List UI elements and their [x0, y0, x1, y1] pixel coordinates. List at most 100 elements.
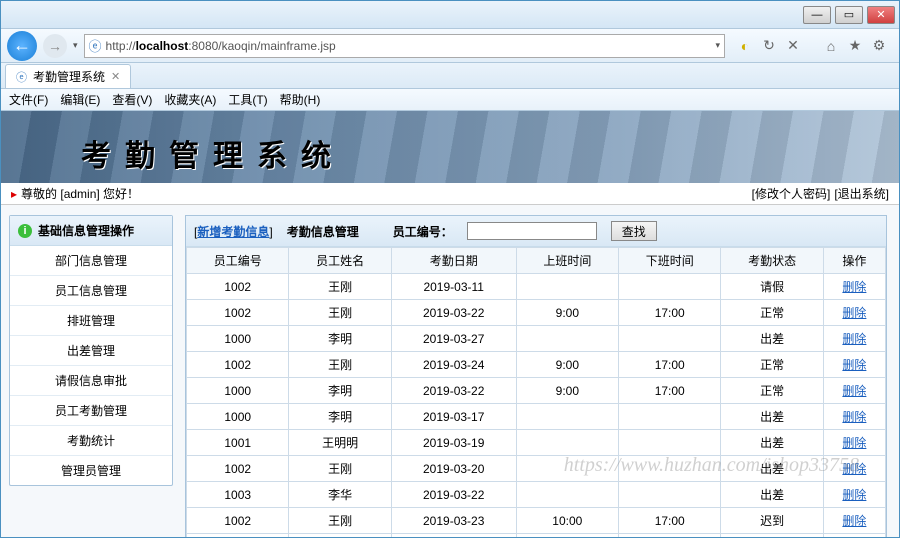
table-cell-action: 删除 — [823, 404, 885, 430]
sidebar: i 基础信息管理操作 部门信息管理员工信息管理排班管理出差管理请假信息审批员工考… — [1, 205, 181, 537]
ie-icon: ⓔ — [89, 36, 102, 55]
sidebar-item[interactable]: 排班管理 — [10, 306, 172, 336]
sidebar-item[interactable]: 员工信息管理 — [10, 276, 172, 306]
table-header: 上班时间 — [516, 248, 618, 274]
table-cell: 李华 — [289, 482, 391, 508]
stop-icon[interactable]: ✕ — [785, 38, 801, 54]
menu-item[interactable]: 帮助(H) — [280, 91, 321, 108]
table-cell: 2019-03-15 — [391, 534, 516, 538]
window-minimize-button[interactable]: — — [803, 6, 831, 24]
table-cell — [516, 274, 618, 300]
window-maximize-button[interactable]: ▭ — [835, 6, 863, 24]
table-row: 1000李明2019-03-159:0015:00正常删除 — [187, 534, 886, 538]
table-cell-action: 删除 — [823, 352, 885, 378]
delete-link[interactable]: 删除 — [842, 410, 866, 424]
employee-id-input[interactable] — [467, 222, 597, 240]
tools-icon[interactable]: ⚙ — [871, 38, 887, 54]
delete-link[interactable]: 删除 — [842, 436, 866, 450]
delete-link[interactable]: 删除 — [842, 384, 866, 398]
change-password-link[interactable]: [修改个人密码] — [752, 185, 831, 202]
tab-close-icon[interactable]: ✕ — [111, 70, 120, 83]
add-attendance-link[interactable]: 新增考勤信息 — [197, 225, 269, 239]
sidebar-item[interactable]: 部门信息管理 — [10, 246, 172, 276]
nav-back-button[interactable]: ← — [7, 31, 37, 61]
table-row: 1002王刚2019-03-20出差删除 — [187, 456, 886, 482]
home-icon[interactable]: ⌂ — [823, 38, 839, 54]
table-cell — [619, 482, 721, 508]
table-cell: 15:00 — [619, 534, 721, 538]
nav-forward-button[interactable]: → — [43, 34, 67, 58]
table-cell: 1002 — [187, 274, 289, 300]
table-cell-action: 删除 — [823, 378, 885, 404]
delete-link[interactable]: 删除 — [842, 332, 866, 346]
url-dropdown-icon[interactable]: ▾ — [715, 40, 720, 51]
refresh-icon[interactable]: ↻ — [761, 38, 777, 54]
page-banner: 考勤管理系统 — [1, 111, 899, 183]
table-row: 1002王刚2019-03-249:0017:00正常删除 — [187, 352, 886, 378]
sidebar-item[interactable]: 出差管理 — [10, 336, 172, 366]
table-cell: 2019-03-24 — [391, 352, 516, 378]
table-cell: 1002 — [187, 508, 289, 534]
menu-item[interactable]: 文件(F) — [9, 91, 48, 108]
table-cell: 出差 — [721, 482, 823, 508]
table-cell: 请假 — [721, 274, 823, 300]
table-cell-action: 删除 — [823, 430, 885, 456]
table-header: 员工编号 — [187, 248, 289, 274]
info-icon: i — [18, 224, 32, 238]
table-cell — [516, 482, 618, 508]
table-cell-action: 删除 — [823, 456, 885, 482]
table-cell: 2019-03-22 — [391, 378, 516, 404]
delete-link[interactable]: 删除 — [842, 488, 866, 502]
sidebar-item[interactable]: 员工考勤管理 — [10, 396, 172, 426]
compat-icon[interactable]: ◐ — [737, 38, 753, 54]
table-cell: 1000 — [187, 378, 289, 404]
table-cell: 9:00 — [516, 300, 618, 326]
table-cell — [516, 326, 618, 352]
table-cell: 出差 — [721, 456, 823, 482]
menu-item[interactable]: 查看(V) — [112, 91, 152, 108]
table-cell: 9:00 — [516, 378, 618, 404]
table-cell: 17:00 — [619, 378, 721, 404]
table-cell: 9:00 — [516, 352, 618, 378]
nav-history-dropdown[interactable]: ▾ — [73, 40, 78, 51]
banner-title: 考勤管理系统 — [1, 111, 899, 175]
table-cell: 2019-03-22 — [391, 482, 516, 508]
table-cell: 2019-03-23 — [391, 508, 516, 534]
window-close-button[interactable]: ✕ — [867, 6, 895, 24]
table-cell: 2019-03-17 — [391, 404, 516, 430]
table-cell: 李明 — [289, 326, 391, 352]
sidebar-item[interactable]: 请假信息审批 — [10, 366, 172, 396]
delete-link[interactable]: 删除 — [842, 280, 866, 294]
table-cell — [619, 274, 721, 300]
browser-menubar: 文件(F) 编辑(E) 查看(V) 收藏夹(A) 工具(T) 帮助(H) — [1, 89, 899, 111]
menu-item[interactable]: 编辑(E) — [60, 91, 100, 108]
table-cell: 2019-03-27 — [391, 326, 516, 352]
delete-link[interactable]: 删除 — [842, 358, 866, 372]
table-row: 1002王刚2019-03-11请假删除 — [187, 274, 886, 300]
table-cell: 9:00 — [516, 534, 618, 538]
delete-link[interactable]: 删除 — [842, 462, 866, 476]
delete-link[interactable]: 删除 — [842, 306, 866, 320]
address-bar[interactable]: ⓔ http://localhost:8080/kaoqin/mainframe… — [84, 34, 725, 58]
table-cell: 正常 — [721, 300, 823, 326]
table-cell — [516, 456, 618, 482]
table-cell — [619, 430, 721, 456]
table-cell — [516, 404, 618, 430]
sidebar-item[interactable]: 管理员管理 — [10, 456, 172, 485]
logout-link[interactable]: [退出系统] — [834, 185, 889, 202]
browser-navbar: ← → ▾ ⓔ http://localhost:8080/kaoqin/mai… — [1, 29, 899, 63]
table-cell-action: 删除 — [823, 508, 885, 534]
menu-item[interactable]: 工具(T) — [228, 91, 267, 108]
table-cell-action: 删除 — [823, 300, 885, 326]
table-row: 1002王刚2019-03-2310:0017:00迟到删除 — [187, 508, 886, 534]
delete-link[interactable]: 删除 — [842, 514, 866, 528]
table-cell: 出差 — [721, 430, 823, 456]
table-cell: 李明 — [289, 534, 391, 538]
table-cell: 出差 — [721, 326, 823, 352]
search-button[interactable]: 查找 — [611, 221, 657, 241]
menu-item[interactable]: 收藏夹(A) — [164, 91, 216, 108]
favorites-icon[interactable]: ★ — [847, 38, 863, 54]
table-row: 1003李华2019-03-22出差删除 — [187, 482, 886, 508]
sidebar-item[interactable]: 考勤统计 — [10, 426, 172, 456]
browser-tab[interactable]: ⓔ 考勤管理系统 ✕ — [5, 64, 131, 88]
